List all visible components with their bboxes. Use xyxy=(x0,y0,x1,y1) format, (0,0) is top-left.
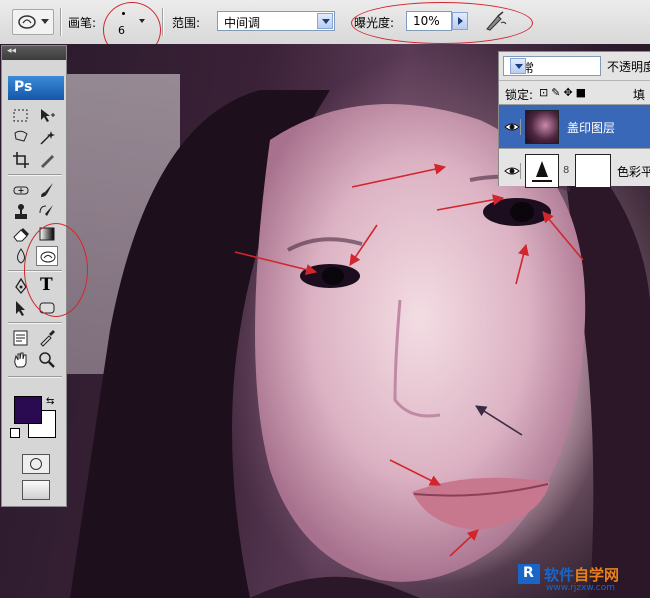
screen-mode-button[interactable] xyxy=(22,480,50,500)
dodge-icon[interactable] xyxy=(36,246,58,266)
crop-icon[interactable] xyxy=(10,150,32,170)
site-logo-icon xyxy=(518,564,540,584)
divider xyxy=(8,376,62,378)
layer-row[interactable]: 8 色彩平衡 xyxy=(499,148,650,193)
link-icon: 8 xyxy=(563,165,570,176)
type-icon[interactable]: T xyxy=(36,275,58,296)
exposure-slider-button[interactable] xyxy=(452,12,468,30)
lock-position-icon[interactable]: ✥ xyxy=(563,86,575,99)
app-badge-label: Ps xyxy=(14,79,33,95)
foreground-color-swatch[interactable] xyxy=(14,396,42,424)
brush-icon[interactable] xyxy=(36,180,58,200)
airbrush-icon xyxy=(486,11,507,31)
lock-image-icon[interactable]: ✎ xyxy=(551,86,563,99)
path-selection-icon[interactable] xyxy=(10,298,32,318)
eye-icon[interactable] xyxy=(504,163,521,179)
exposure-input[interactable]: 10% xyxy=(406,11,452,31)
divider xyxy=(8,322,62,324)
brush-label: 画笔: xyxy=(68,16,97,30)
brush-tip-icon xyxy=(122,12,125,15)
layer-name: 盖印图层 xyxy=(567,121,616,135)
layer-thumbnail xyxy=(525,110,559,144)
layers-panel: 正常 不透明度 锁定: ⊡✎✥■ 填充 盖印图层 8 色彩平衡 xyxy=(498,51,650,188)
chevron-down-icon[interactable] xyxy=(317,13,333,29)
healing-brush-icon[interactable] xyxy=(10,180,32,200)
shape-icon[interactable] xyxy=(36,298,58,318)
eraser-icon[interactable] xyxy=(10,224,32,244)
exposure-label: 曝光度: xyxy=(354,16,395,30)
range-select[interactable]: 中间调 xyxy=(217,11,335,31)
quick-mask-button[interactable] xyxy=(22,454,50,474)
eyedropper-icon[interactable] xyxy=(36,328,58,348)
blur-icon[interactable] xyxy=(10,246,32,266)
watermark-title-blue: 软件 xyxy=(544,566,575,584)
watermark-title: 软件自学网 xyxy=(544,564,619,585)
layer-name: 色彩平衡 xyxy=(617,165,650,179)
watermark-url: www.rjzxw.com xyxy=(546,583,615,593)
divider xyxy=(162,8,164,36)
tools-panel: ◂◂ Ps T ⇆ xyxy=(1,45,67,507)
chevron-down-icon xyxy=(139,19,145,23)
clone-stamp-icon[interactable] xyxy=(10,202,32,222)
exposure-value: 10% xyxy=(413,14,440,28)
default-colors-icon[interactable] xyxy=(10,428,20,438)
slice-icon[interactable] xyxy=(36,150,58,170)
notes-icon[interactable] xyxy=(10,328,32,348)
options-bar: 画笔: 6 范围: 中间调 曝光度: 10% xyxy=(0,0,650,58)
swap-colors-icon[interactable]: ⇆ xyxy=(46,396,54,407)
adjustment-layer-icon xyxy=(525,154,559,188)
range-value: 中间调 xyxy=(224,16,261,30)
opacity-label: 不透明度 xyxy=(607,60,650,74)
lock-row: 锁定: ⊡✎✥■ 填充 xyxy=(499,80,650,119)
magic-wand-icon[interactable] xyxy=(36,128,58,148)
airbrush-toggle[interactable] xyxy=(484,10,508,32)
gradient-icon[interactable] xyxy=(36,224,58,244)
tool-preset-picker[interactable] xyxy=(12,9,54,35)
layer-mask-thumbnail xyxy=(575,154,611,188)
blend-mode-select[interactable]: 正常 xyxy=(503,56,601,76)
range-label: 范围: xyxy=(172,16,201,30)
dodge-tool-icon xyxy=(18,15,36,29)
history-brush-icon[interactable] xyxy=(36,202,58,222)
site-watermark: 软件自学网 www.rjzxw.com xyxy=(518,562,650,598)
eye-icon[interactable] xyxy=(504,119,521,135)
divider xyxy=(8,270,62,272)
hand-icon[interactable] xyxy=(10,350,32,370)
brush-picker[interactable]: 6 xyxy=(112,6,154,37)
panel-collapse-bar[interactable]: ◂◂ xyxy=(2,46,66,60)
layer-row[interactable]: 盖印图层 xyxy=(499,104,650,149)
watermark-title-orange: 自学网 xyxy=(574,566,620,584)
pen-icon[interactable] xyxy=(10,276,32,296)
chevron-down-icon[interactable] xyxy=(510,58,526,74)
marquee-icon[interactable] xyxy=(10,106,32,126)
lock-options[interactable]: ⊡✎✥■ xyxy=(539,86,589,99)
collapse-icon[interactable]: ◂◂ xyxy=(7,46,16,56)
chevron-down-icon xyxy=(41,19,49,24)
divider xyxy=(60,8,62,36)
divider xyxy=(8,174,62,176)
move-icon[interactable] xyxy=(36,106,58,126)
lock-transparent-icon[interactable]: ⊡ xyxy=(539,86,551,99)
lock-all-icon[interactable]: ■ xyxy=(576,86,589,99)
zoom-icon[interactable] xyxy=(36,350,58,370)
type-tool-glyph: T xyxy=(40,275,53,295)
brush-size: 6 xyxy=(118,24,125,37)
lasso-icon[interactable] xyxy=(10,128,32,148)
app-badge[interactable]: Ps xyxy=(8,76,64,100)
lock-label: 锁定: xyxy=(505,88,534,102)
